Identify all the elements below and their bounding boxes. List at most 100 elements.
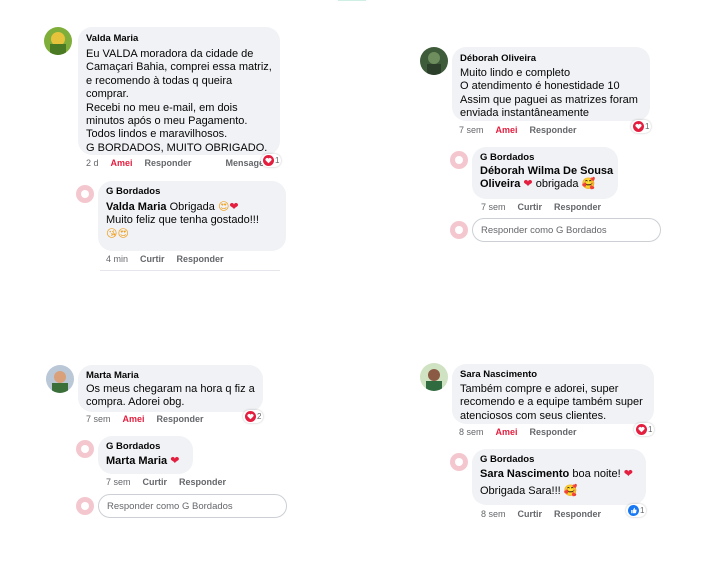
avatar-g-bordados [76, 497, 94, 515]
comment-line: Recebi no meu e-mail, em dois [86, 101, 238, 114]
timestamp[interactable]: 7 sem [86, 414, 111, 424]
reply-button[interactable]: Responder [554, 202, 601, 212]
reaction-number: 1 [640, 506, 645, 515]
reply-button[interactable]: Responder [157, 414, 204, 424]
timestamp[interactable]: 2 d [86, 158, 99, 168]
avatar-g-bordados[interactable] [450, 453, 468, 471]
timestamp[interactable]: 7 sem [106, 477, 131, 487]
reply-text: Déborah Wilma De Sousa Oliveira ❤ obriga… [480, 165, 613, 192]
avatar-g-bordados[interactable] [76, 185, 94, 203]
mention-marta[interactable]: Marta Maria [106, 455, 167, 467]
reply-text: Marta Maria ❤ [106, 455, 185, 468]
comment-author[interactable]: Marta Maria [86, 370, 255, 381]
mention-deborah-cont[interactable]: Oliveira [480, 178, 520, 190]
mention-valda[interactable]: Valda Maria [106, 201, 167, 213]
like-button[interactable]: Curtir [518, 509, 543, 519]
avatar-g-bordados[interactable] [450, 151, 468, 169]
red-heart-emoji: ❤ [623, 468, 633, 480]
comment-line: O atendimento é honestidade 10 [460, 80, 620, 93]
mention-sara[interactable]: Sara Nascimento [480, 468, 569, 480]
comment-line: Também compre e adorei, super [460, 383, 619, 395]
reaction-count[interactable]: 2 [243, 410, 264, 423]
like-button[interactable]: Curtir [143, 477, 168, 487]
comment-text: Eu VALDA moradora da cidade de Camaçari … [86, 48, 272, 155]
reaction-count[interactable]: 1 [261, 154, 282, 167]
heart-reaction-icon [633, 121, 644, 132]
timestamp[interactable]: 7 sem [481, 202, 506, 212]
reply-line: Obrigada [169, 201, 215, 213]
timestamp[interactable]: 4 min [106, 254, 128, 264]
like-reaction-icon [628, 505, 639, 516]
comment-line: compra. Adorei obg. [86, 396, 185, 409]
reply-input[interactable]: Responder como G Bordados [472, 218, 661, 242]
like-button[interactable]: Curtir [518, 202, 543, 212]
comment-line: enviada instantâneamente [460, 107, 590, 120]
reaction-count[interactable]: 1 [634, 423, 655, 436]
reply-actions: 8 sem Curtir Responder [481, 509, 613, 519]
comment-line: Camaçari Bahia, comprei essa matriz, [86, 61, 272, 74]
comment-line: G BORDADOS, MUITO OBRIGADO. [86, 141, 268, 154]
love-button[interactable]: Amei [123, 414, 145, 424]
avatar-valda-maria[interactable] [44, 27, 72, 55]
heart-reaction-icon [245, 411, 256, 422]
reply-actions: 7 sem Curtir Responder [106, 477, 238, 487]
reply-bubble-gbordados: G Bordados Sara Nascimento boa noite! ❤ … [472, 449, 646, 505]
smiling-face-hearts-emoji: 🥰 [581, 178, 596, 191]
reply-button[interactable]: Responder [530, 427, 577, 437]
comment-line: Todos lindos e maravilhosos. [86, 128, 228, 141]
reply-author[interactable]: G Bordados [480, 152, 610, 163]
comment-author[interactable]: Déborah Oliveira [460, 53, 642, 64]
reply-line: Obrigada Sara!!! [480, 485, 561, 498]
comment-actions: 8 sem Amei Responder [459, 427, 589, 437]
heart-eyes-emoji: 😍 [217, 201, 230, 213]
reply-line: obrigada [535, 178, 579, 191]
reply-actions: 7 sem Curtir Responder [481, 202, 613, 212]
love-button[interactable]: Amei [496, 125, 518, 135]
red-heart-emoji: ❤ [523, 178, 533, 191]
comment-text: Muito lindo e completo O atendimento é h… [460, 67, 642, 121]
reply-button[interactable]: Responder [145, 158, 192, 168]
love-button[interactable]: Amei [111, 158, 133, 168]
comment-author[interactable]: Valda Maria [86, 33, 272, 44]
comment-line: Eu VALDA moradora da cidade de [86, 48, 254, 60]
timestamp[interactable]: 8 sem [481, 509, 506, 519]
reply-author[interactable]: G Bordados [480, 454, 638, 465]
reaction-number: 1 [648, 425, 653, 434]
reply-input[interactable]: Responder como G Bordados [98, 494, 287, 518]
avatar-g-bordados [450, 221, 468, 239]
comment-actions: 7 sem Amei Responder [459, 125, 589, 135]
timestamp[interactable]: 8 sem [459, 427, 484, 437]
comment-actions: 7 sem Amei Responder [86, 414, 216, 424]
mention-deborah[interactable]: Déborah Wilma De Sousa [480, 165, 613, 177]
reaction-number: 1 [275, 156, 280, 165]
comment-line: e recomendo à todas q queira [86, 74, 233, 87]
avatar-deborah-oliveira[interactable] [420, 47, 448, 75]
reply-button[interactable]: Responder [177, 254, 224, 264]
reply-button[interactable]: Responder [554, 509, 601, 519]
reply-bubble-gbordados: G Bordados Valda Maria Obrigada 😍❤ Muito… [98, 181, 286, 251]
like-button[interactable]: Curtir [140, 254, 165, 264]
comment-text: Também compre e adorei, super recomendo … [460, 383, 646, 423]
avatar-sara-nascimento[interactable] [420, 363, 448, 391]
comment-author[interactable]: Sara Nascimento [460, 369, 646, 380]
timestamp[interactable]: 7 sem [459, 125, 484, 135]
reply-button[interactable]: Responder [179, 477, 226, 487]
reply-button[interactable]: Responder [530, 125, 577, 135]
love-button[interactable]: Amei [496, 427, 518, 437]
reaction-count[interactable]: 1 [626, 504, 647, 517]
red-heart-emoji: ❤ [229, 201, 239, 213]
avatar-g-bordados[interactable] [76, 440, 94, 458]
reply-actions: 4 min Curtir Responder [106, 254, 236, 264]
reply-author[interactable]: G Bordados [106, 186, 278, 197]
reply-text: Sara Nascimento boa noite! ❤ Obrigada Sa… [480, 468, 638, 499]
comment-bubble-sara: Sara Nascimento Também compre e adorei, … [452, 364, 654, 424]
heart-reaction-icon [636, 424, 647, 435]
reply-author[interactable]: G Bordados [106, 441, 185, 452]
avatar-marta-maria[interactable] [46, 365, 74, 393]
reaction-count[interactable]: 1 [631, 120, 652, 133]
comment-line: minutos após o meu Pagamento. [86, 115, 248, 128]
comment-actions: 2 d Amei Responder Mensagem [86, 158, 284, 168]
reply-line: Muito feliz que tenha gostado!!! [106, 214, 259, 227]
reply-text: Valda Maria Obrigada 😍❤ Muito feliz que … [106, 201, 278, 241]
reply-box-edge [100, 270, 280, 271]
